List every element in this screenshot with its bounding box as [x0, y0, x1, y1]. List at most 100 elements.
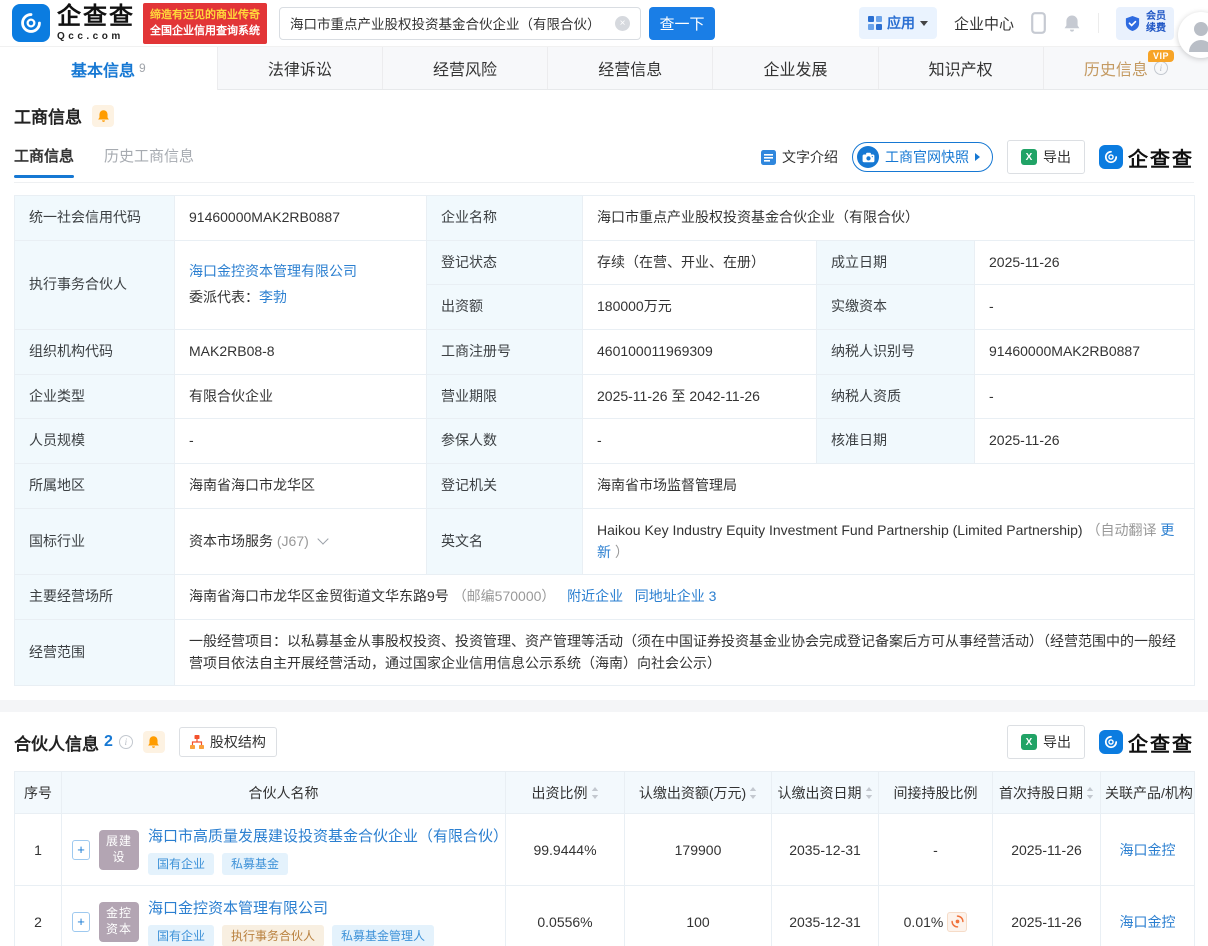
sort-icon[interactable] — [591, 786, 599, 802]
top-bar: 企查查 Qcc.com 缔造有远见的商业传奇 全国企业信用查询系统 查一下 应用… — [0, 0, 1208, 46]
caret-down-icon — [920, 21, 928, 26]
partner-tag: 执行事务合伙人 — [222, 925, 324, 946]
partner-avatar: 展建 设 — [99, 830, 139, 870]
partner-name-link[interactable]: 海口市高质量发展建设投资基金合伙企业（有限合伙） — [148, 825, 501, 846]
nearby-companies-link[interactable]: 附近企业 — [567, 588, 623, 604]
equity-structure-button[interactable]: 股权结构 — [179, 727, 277, 757]
main-nav-tabs: 基本信息 9 法律诉讼 经营风险 经营信息 企业发展 知识产权 VIP 历史信息 — [0, 46, 1208, 90]
enterprise-center-link[interactable]: 企业中心 — [954, 13, 1014, 34]
tab-history-info[interactable]: VIP 历史信息 — [1044, 47, 1208, 89]
business-info-table: 统一社会信用代码 91460000MAK2RB0887 企业名称 海口市重点产业… — [14, 195, 1195, 686]
monitor-bell-icon[interactable] — [92, 105, 114, 127]
related-org-link[interactable]: 海口金控 — [1120, 914, 1176, 930]
partner-row: 1 展建 设 海口市高质量发展建设投资基金合伙企业（有限合伙） 国有企业 私募基… — [15, 814, 1195, 886]
notification-bell-icon[interactable] — [1063, 14, 1081, 33]
table-row: 统一社会信用代码 91460000MAK2RB0887 企业名称 海口市重点产业… — [15, 196, 1195, 241]
export-button[interactable]: 导出 — [1007, 725, 1085, 759]
business-info-title: 工商信息 — [14, 103, 82, 128]
table-row: 执行事务合伙人 海口金控资本管理有限公司 委派代表：李勃 登记状态 存续（在营、… — [15, 240, 1195, 285]
expand-row-button[interactable] — [72, 840, 90, 860]
monitor-bell-icon[interactable] — [143, 731, 165, 753]
search-button[interactable]: 查一下 — [649, 7, 715, 40]
excel-icon — [1021, 149, 1037, 165]
partner-avatar: 金控 资本 — [99, 902, 139, 942]
subtab-business-info[interactable]: 工商信息 — [14, 145, 74, 177]
tab-company-development[interactable]: 企业发展 — [713, 47, 878, 89]
penetration-icon[interactable] — [947, 912, 967, 932]
export-button[interactable]: 导出 — [1007, 140, 1085, 174]
qcc-logo[interactable]: 企查查 Qcc.com — [12, 4, 135, 42]
exec-partner-link[interactable]: 海口金控资本管理有限公司 — [189, 263, 357, 279]
sort-icon[interactable] — [749, 786, 757, 802]
partner-tag: 国有企业 — [148, 853, 214, 875]
subtab-history-business-info[interactable]: 历史工商信息 — [104, 145, 194, 177]
excel-icon — [1021, 734, 1037, 750]
mobile-app-icon[interactable] — [1031, 12, 1046, 34]
search-input[interactable] — [290, 16, 615, 31]
sort-icon[interactable] — [1086, 786, 1094, 802]
same-address-companies-link[interactable]: 同地址企业 3 — [635, 588, 717, 604]
related-org-link[interactable]: 海口金控 — [1120, 842, 1176, 858]
qcc-watermark-logo: 企查查 — [1099, 143, 1194, 172]
tab-legal-litigation[interactable]: 法律诉讼 — [218, 47, 383, 89]
delegate-link[interactable]: 李勃 — [259, 289, 287, 305]
qcc-logo-icon — [1099, 145, 1123, 169]
sort-icon[interactable] — [865, 786, 873, 802]
partners-title: 合伙人信息 — [14, 730, 99, 755]
apps-grid-icon — [868, 16, 882, 30]
logo-text: 企查查 — [57, 5, 135, 29]
text-intro-icon — [761, 150, 776, 165]
equity-structure-icon — [190, 735, 204, 749]
first-holding-date: 2025-11-26 — [993, 814, 1101, 886]
vip-renew-button[interactable]: 会员 续费 — [1116, 7, 1174, 40]
apps-menu-button[interactable]: 应用 — [859, 7, 937, 39]
subscribed-amount: 179900 — [625, 814, 772, 886]
info-icon[interactable] — [1154, 61, 1168, 75]
text-intro-button[interactable]: 文字介绍 — [761, 147, 838, 167]
table-row: 国标行业 资本市场服务 (J67) 英文名 Haikou Key Industr… — [15, 508, 1195, 574]
arrow-right-icon — [975, 153, 980, 161]
search-box[interactable] — [279, 7, 641, 40]
partners-table-header: 序号 合伙人名称 出资比例 认缴出资额(万元) 认缴出资日期 间接持股比例 首次… — [15, 772, 1195, 814]
partners-count: 2 — [104, 733, 113, 751]
partner-tag: 私募基金 — [222, 853, 288, 875]
tab-basic-info[interactable]: 基本信息 9 — [0, 47, 218, 90]
first-holding-date: 2025-11-26 — [993, 886, 1101, 946]
tab-operation-risk[interactable]: 经营风险 — [383, 47, 548, 89]
logo-subtext: Qcc.com — [57, 31, 135, 42]
partner-tag: 国有企业 — [148, 925, 214, 946]
indirect-ratio: - — [879, 814, 993, 886]
vip-badge-icon — [1124, 15, 1141, 32]
qcc-logo-icon — [1099, 730, 1123, 754]
table-row: 企业类型 有限合伙企业 营业期限 2025-11-26 至 2042-11-26… — [15, 374, 1195, 419]
partner-index: 1 — [15, 814, 62, 886]
camera-icon — [857, 146, 879, 168]
tab-operation-info[interactable]: 经营信息 — [548, 47, 713, 89]
partner-index: 2 — [15, 886, 62, 946]
table-row: 组织机构代码 MAK2RB08-8 工商注册号 460100011969309 … — [15, 330, 1195, 375]
table-row: 人员规模 - 参保人数 - 核准日期 2025-11-26 — [15, 419, 1195, 464]
official-snapshot-button[interactable]: 工商官网快照 — [852, 142, 993, 172]
tab-count: 9 — [139, 61, 146, 75]
expand-row-button[interactable] — [72, 912, 90, 932]
vip-badge: VIP — [1148, 50, 1174, 62]
chevron-down-icon[interactable] — [317, 533, 328, 544]
tab-intellectual-property[interactable]: 知识产权 — [879, 47, 1044, 89]
indirect-ratio: 0.01% — [879, 886, 993, 946]
table-row: 所属地区 海南省海口市龙华区 登记机关 海南省市场监督管理局 — [15, 464, 1195, 509]
table-row: 经营范围 一般经营项目：以私募基金从事股权投资、投资管理、资产管理等活动（须在中… — [15, 619, 1195, 685]
partner-tag: 私募基金管理人 — [332, 925, 434, 946]
search-clear-icon[interactable] — [615, 16, 630, 31]
partner-row: 2 金控 资本 海口金控资本管理有限公司 国有企业 执行事务合伙人 私募基金管理… — [15, 886, 1195, 946]
subscribed-amount: 100 — [625, 886, 772, 946]
partners-table: 序号 合伙人名称 出资比例 认缴出资额(万元) 认缴出资日期 间接持股比例 首次… — [14, 771, 1195, 946]
table-row: 主要经营场所 海南省海口市龙华区金贸街道文华东路9号 （邮编570000） 附近… — [15, 575, 1195, 620]
qcc-logo-icon — [12, 4, 50, 42]
contribution-ratio: 0.0556% — [506, 886, 625, 946]
subscribed-date: 2035-12-31 — [772, 886, 879, 946]
section-divider — [0, 700, 1208, 712]
qcc-watermark-logo: 企查查 — [1099, 728, 1194, 757]
partner-name-link[interactable]: 海口金控资本管理有限公司 — [148, 897, 434, 918]
info-icon[interactable] — [119, 735, 133, 749]
subscribed-date: 2035-12-31 — [772, 814, 879, 886]
